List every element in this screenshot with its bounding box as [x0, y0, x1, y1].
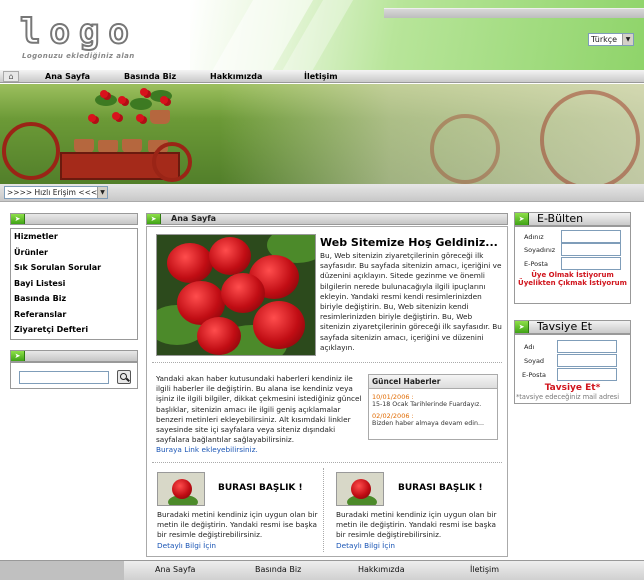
card-description: Buradaki metini kendiniz için uygun olan… — [157, 510, 318, 540]
arrow-icon: ➤ — [11, 214, 25, 224]
info-text: Yandaki akan haber kutusundaki haberleri… — [156, 374, 362, 456]
info-paragraph: Yandaki akan haber kutusundaki haberleri… — [156, 374, 362, 445]
chevron-down-icon: ▼ — [622, 34, 633, 45]
ebulten-email-label: E-Posta — [524, 260, 549, 268]
search-panel — [10, 362, 138, 389]
news-title: Güncel Haberler — [369, 375, 497, 389]
sidebar-item-references[interactable]: Referanslar — [11, 307, 137, 323]
card-title: BURASI BAŞLIK ! — [218, 483, 303, 493]
news-date: 02/02/2006 : — [372, 412, 414, 420]
recommend-name-label: Adı — [524, 343, 535, 351]
ebulten-header: ➤ E-Bülten — [514, 212, 631, 226]
hero-banner — [0, 84, 644, 184]
ebulten-name-label: Adınız — [524, 233, 544, 241]
search-input[interactable] — [19, 371, 109, 384]
arrow-icon: ➤ — [515, 321, 529, 333]
footer-link-about[interactable]: Hakkımızda — [358, 564, 405, 576]
card-rose-image — [157, 472, 205, 506]
ebulten-email-field[interactable] — [561, 257, 621, 270]
info-link[interactable]: Buraya Link ekleyebilirsiniz. — [156, 445, 258, 454]
sidebar-item-guestbook[interactable]: Ziyaretçi Defteri — [11, 322, 137, 338]
header-top-bar — [384, 8, 644, 18]
recommend-title: Tavsiye Et — [537, 320, 592, 333]
arrow-icon: ➤ — [11, 351, 25, 361]
sidebar-menu: Hizmetler Ürünler Sık Sorulan Sorular Ba… — [10, 228, 138, 340]
card-text: Buradaki metini kendiniz için uygun olan… — [336, 510, 498, 551]
card-rose-image — [336, 472, 384, 506]
welcome-text: Bu, Web sitenizin ziyaretçilerinin görec… — [320, 251, 502, 352]
news-date: 10/01/2006 : — [372, 393, 414, 401]
recommend-surname-label: Soyad — [524, 357, 545, 365]
footer-link-home[interactable]: Ana Sayfa — [155, 564, 195, 576]
recommend-surname-field[interactable] — [557, 354, 617, 367]
sidebar-item-dealers[interactable]: Bayi Listesi — [11, 276, 137, 292]
divider — [152, 362, 502, 363]
logo-subtitle: Logonuzu eklediğiniz alan — [22, 52, 135, 60]
sidebar-item-services[interactable]: Hizmetler — [11, 229, 137, 245]
search-icon[interactable] — [117, 370, 131, 384]
nav-item-about[interactable]: Hakkımızda — [210, 70, 262, 83]
site-logo[interactable]: logo — [19, 13, 138, 51]
recommend-name-field[interactable] — [557, 340, 617, 353]
site-header: logo Logonuzu eklediğiniz alan Türkçe ▼ — [0, 0, 644, 70]
sidebar-item-faq[interactable]: Sık Sorulan Sorular — [11, 260, 137, 276]
recommend-email-label: E-Posta — [522, 371, 547, 379]
language-select[interactable]: Türkçe ▼ — [588, 33, 634, 46]
main-header-title: Ana Sayfa — [171, 214, 217, 223]
card-text: Buradaki metini kendiniz için uygun olan… — [157, 510, 319, 551]
news-item[interactable]: Bizden haber almaya devam edin... — [369, 420, 497, 427]
recommend-header: ➤ Tavsiye Et — [514, 320, 631, 334]
card-title: BURASI BAŞLIK ! — [398, 483, 483, 493]
card-link[interactable]: Detaylı Bilgi İçin — [157, 541, 216, 550]
nav-item-home[interactable]: Ana Sayfa — [45, 70, 90, 83]
ebulten-unsubscribe-link[interactable]: Üyelikten Çıkmak İstiyorum — [514, 279, 631, 288]
ebulten-name-field[interactable] — [561, 230, 621, 243]
welcome-title: Web Sitemize Hoş Geldiniz... — [320, 236, 498, 249]
divider — [152, 462, 502, 463]
recommend-note: *tavsiye edeceğiniz mail adresi — [516, 393, 620, 401]
footer-link-contact[interactable]: İletişim — [470, 564, 499, 576]
nav-item-press[interactable]: Basında Biz — [124, 70, 176, 83]
ebulten-surname-field[interactable] — [561, 243, 621, 256]
language-value: Türkçe — [591, 35, 618, 44]
sidebar-item-press[interactable]: Basında Biz — [11, 291, 137, 307]
news-box: Güncel Haberler 10/01/2006 : 15-18 Ocak … — [368, 374, 498, 440]
recommend-button[interactable]: Tavsiye Et* — [514, 384, 631, 393]
arrow-icon: ➤ — [147, 214, 161, 224]
site-footer: Ana Sayfa Basında Biz Hakkımızda İletişi… — [0, 560, 644, 580]
card-description: Buradaki metini kendiniz için uygun olan… — [336, 510, 497, 540]
arrow-icon: ➤ — [515, 213, 529, 225]
ebulten-surname-label: Soyadınız — [524, 246, 556, 254]
search-panel-header: ➤ — [10, 350, 138, 362]
ebulten-title: E-Bülten — [537, 212, 584, 225]
main-header: ➤ Ana Sayfa — [146, 213, 508, 225]
divider — [323, 468, 324, 552]
news-item[interactable]: 15-18 Ocak Tarihlerinde Fuardayız. — [369, 401, 497, 408]
quick-access-select[interactable]: >>>> Hızlı Erişim <<<< ▼ — [4, 186, 108, 199]
recommend-email-field[interactable] — [557, 368, 617, 381]
nav-item-contact[interactable]: İletişim — [304, 70, 338, 83]
top-nav: ⌂ Ana Sayfa Basında Biz Hakkımızda İleti… — [0, 70, 644, 83]
sidebar-item-products[interactable]: Ürünler — [11, 245, 137, 261]
card-link[interactable]: Detaylı Bilgi İçin — [336, 541, 395, 550]
sidebar-menu-header: ➤ — [10, 213, 138, 225]
quick-access-label: >>>> Hızlı Erişim <<<< — [7, 188, 104, 197]
footer-link-press[interactable]: Basında Biz — [255, 564, 301, 576]
chevron-down-icon: ▼ — [97, 187, 107, 198]
roses-image — [156, 234, 316, 356]
home-icon[interactable]: ⌂ — [3, 71, 19, 82]
footer-segment — [0, 561, 124, 580]
